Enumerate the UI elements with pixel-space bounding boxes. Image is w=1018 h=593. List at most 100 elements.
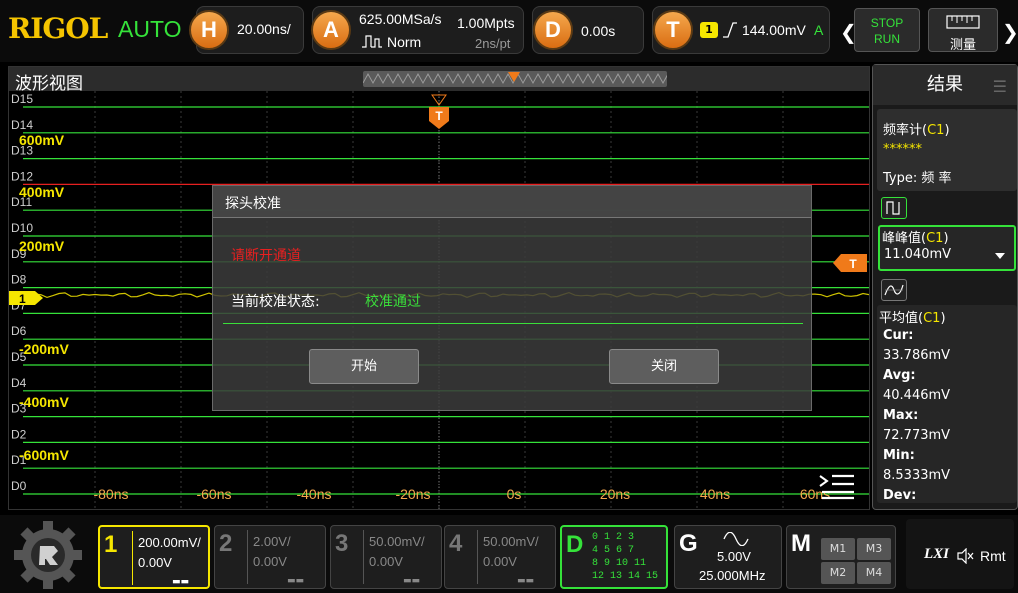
channel-1-marker-label: 1 — [19, 292, 26, 306]
delay-key[interactable]: D — [533, 10, 573, 50]
time-label: -60ns — [196, 486, 231, 502]
digital-label-d4: D4 — [11, 376, 27, 390]
channel-1-box[interactable]: 1 200.00mV/0.00V ▬▬ — [98, 525, 210, 589]
channel-1-offset: 0.00V — [138, 555, 172, 570]
acquire-panel[interactable]: A 625.00MSa/s 1.00Mpts Norm 2ns/pt — [311, 6, 524, 54]
vpp-label: 峰峰值(C1) — [882, 231, 949, 246]
counter-card[interactable]: 频率计(C1) ****** Type: 频 率 — [877, 109, 1017, 191]
math-box[interactable]: M M1 M3 M2 M4 — [786, 525, 896, 589]
bandwidth-icon: ▬▬ — [517, 576, 535, 586]
cur-value: 33.786mV — [883, 348, 951, 363]
math-m2-button[interactable]: M2 — [821, 562, 855, 584]
timebase-value: 20.00ns/ — [237, 21, 291, 37]
channel-separator — [363, 530, 364, 584]
time-label: -40ns — [296, 486, 331, 502]
channel-4-scale: 50.00mV/ — [483, 534, 539, 549]
min-value: 8.5333mV — [883, 468, 951, 483]
voltage-label: 400mV — [19, 184, 65, 200]
speaker-muted-icon[interactable] — [956, 548, 974, 564]
calibration-status-value: 校准通过 — [365, 294, 421, 310]
time-label: 40ns — [700, 486, 730, 502]
voltage-label: -600mV — [19, 447, 69, 463]
digital-label-d6: D6 — [11, 324, 27, 338]
delay-value: 0.00s — [581, 23, 616, 39]
list-menu-icon[interactable] — [818, 472, 856, 500]
bandwidth-icon: ▬▬ — [403, 576, 421, 586]
trigger-position-marker — [508, 72, 520, 82]
channel-2-offset: 0.00V — [253, 554, 287, 569]
max-value: 72.773mV — [883, 428, 951, 443]
avg-label: Avg: — [883, 368, 916, 383]
math-m4-button[interactable]: M4 — [857, 562, 891, 584]
lxi-logo: LXI — [924, 546, 950, 562]
acquire-normal-icon — [362, 35, 382, 48]
math-m3-button[interactable]: M3 — [857, 538, 891, 560]
generator-box[interactable]: G 5.00V 25.000MHz — [674, 525, 782, 589]
remote-status: Rmt — [980, 548, 1006, 564]
generator-amplitude: 5.00V — [717, 549, 751, 564]
channel-3-offset: 0.00V — [369, 554, 403, 569]
digital-channel-grid: 0 1 2 3 4 5 6 7 8 9 10 11 12 13 14 15 — [592, 532, 659, 582]
channel-3-scale: 50.00mV/ — [369, 534, 425, 549]
time-label: 0s — [507, 486, 522, 502]
average-card[interactable]: 平均值(C1) Cur: 33.786mV Avg: 40.446mV Max:… — [877, 305, 1017, 503]
vpp-card[interactable]: 峰峰值(C1) 11.040mV — [878, 225, 1016, 271]
stop-label: STOP — [870, 16, 904, 30]
dev-label: Dev: — [883, 488, 917, 503]
channel-2-number: 2 — [219, 530, 233, 557]
cur-label: Cur: — [883, 328, 914, 343]
bandwidth-icon: ▬▬ — [287, 576, 305, 586]
counter-value: ****** — [883, 142, 922, 157]
trigger-mode-auto[interactable]: AUTO — [118, 16, 181, 43]
trigger-position-label: T — [435, 109, 443, 123]
channel-3-box[interactable]: 3 50.00mV/0.00V ▬▬ — [330, 525, 442, 589]
chevron-right-icon[interactable]: ❯ — [1002, 20, 1018, 44]
dialog-warning: 请断开通道 — [231, 248, 301, 264]
digital-label-d2: D2 — [11, 427, 27, 441]
horizontal-panel[interactable]: H 20.00ns/ — [189, 6, 304, 54]
stop-run-button[interactable]: STOP RUN — [854, 8, 920, 52]
trigger-level: 144.00mV — [742, 22, 806, 38]
trigger-key[interactable]: T — [653, 10, 693, 50]
sine-wave-icon — [723, 532, 749, 546]
math-letter: M — [791, 530, 811, 557]
digital-label-d15: D15 — [11, 92, 33, 106]
ruler-icon — [946, 15, 980, 29]
digital-label-d0: D0 — [11, 479, 27, 493]
average-icon — [881, 279, 907, 301]
digital-channels-box[interactable]: D 0 1 2 3 4 5 6 7 8 9 10 11 12 13 14 15 — [560, 525, 668, 589]
dialog-title: 探头校准 — [213, 186, 811, 218]
close-button[interactable]: 关闭 — [609, 349, 719, 384]
memory-depth: 1.00Mpts — [457, 15, 515, 31]
channel-4-offset: 0.00V — [483, 554, 517, 569]
channel-1-marker[interactable] — [9, 291, 43, 305]
run-label: RUN — [874, 32, 900, 46]
home-gear-icon[interactable] — [8, 519, 88, 591]
horizontal-key[interactable]: H — [189, 10, 229, 50]
counter-type: Type: 频 率 — [883, 171, 952, 186]
acquire-mode: Norm — [387, 34, 422, 50]
channel-separator — [132, 531, 133, 585]
bandwidth-icon: ▬▬ — [172, 577, 190, 587]
channel-2-scale: 2.00V/ — [253, 534, 291, 549]
average-label: 平均值(C1) — [879, 311, 946, 326]
channel-separator — [477, 530, 478, 584]
channel-2-box[interactable]: 2 2.00V/0.00V ▬▬ — [214, 525, 326, 589]
start-button[interactable]: 开始 — [309, 349, 419, 384]
trigger-sweep-mode: A — [814, 22, 824, 38]
digital-letter: D — [566, 531, 584, 558]
math-m1-button[interactable]: M1 — [821, 538, 855, 560]
delay-panel[interactable]: D 0.00s — [532, 6, 644, 54]
counter-label: 频率计(C1) — [883, 123, 950, 138]
vpp-value: 11.040mV — [884, 247, 952, 262]
generator-frequency: 25.000MHz — [699, 568, 766, 583]
caret-down-icon[interactable] — [994, 252, 1006, 260]
time-label: 20ns — [600, 486, 630, 502]
acquire-key[interactable]: A — [311, 10, 351, 50]
vpp-icon — [881, 197, 907, 219]
menu-icon[interactable]: ☰ — [993, 77, 1007, 96]
channel-4-box[interactable]: 4 50.00mV/0.00V ▬▬ — [444, 525, 556, 589]
measure-button[interactable]: 测量 — [928, 8, 998, 53]
results-panel: 结果 ☰ 频率计(C1) ****** Type: 频 率 峰峰值(C1) 11… — [872, 64, 1018, 510]
bottom-bar: 1 200.00mV/0.00V ▬▬ 2 2.00V/0.00V ▬▬ 3 50.00mV/… — [0, 515, 1018, 593]
